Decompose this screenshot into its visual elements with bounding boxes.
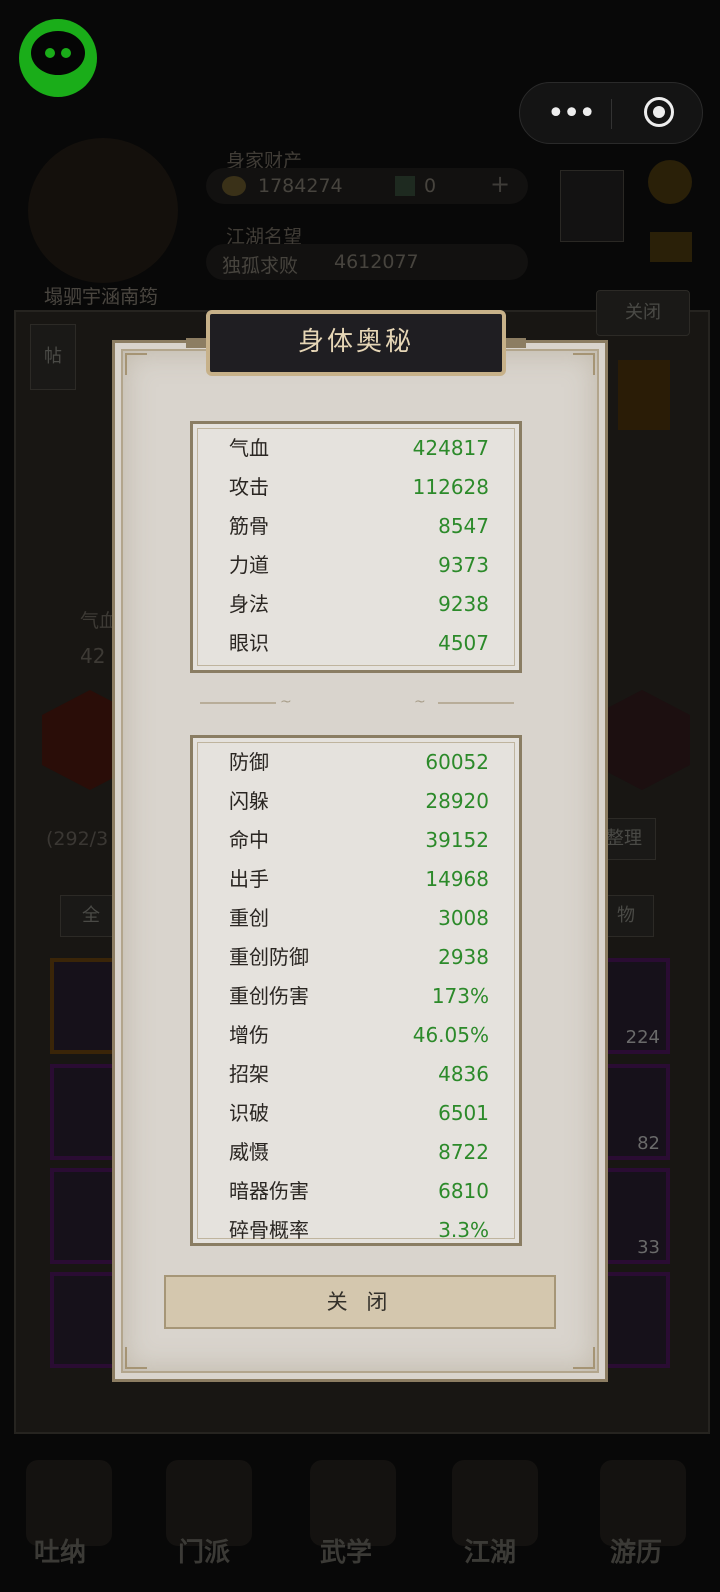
reputation-title: 独孤求败	[222, 255, 299, 277]
settings-gear-icon[interactable]	[648, 160, 692, 204]
stat-row: 碎骨概率 3.3%	[229, 1211, 489, 1243]
player-name: 塌驷宇涵南筠	[44, 286, 159, 308]
stat-row: 眼识 4507	[229, 624, 489, 663]
nav-tuna-label[interactable]: 吐纳	[34, 1532, 86, 1569]
stat-value: 60052	[425, 750, 489, 774]
stat-row: 威慑 8722	[229, 1133, 489, 1172]
stat-value: 8722	[438, 1140, 489, 1164]
stat-row: 闪躲 28920	[229, 782, 489, 821]
stat-name: 识破	[229, 1101, 269, 1125]
stat-name: 命中	[229, 828, 269, 852]
slot-count: 224	[625, 1027, 660, 1048]
coin-icon	[222, 176, 246, 196]
reputation-value: 4612077	[334, 251, 419, 273]
stat-value: 9238	[438, 592, 489, 616]
wechat-logo-icon	[19, 19, 97, 97]
dialog-title: 身体奥秘	[297, 327, 414, 357]
miniprogram-capsule: •••	[519, 82, 703, 144]
stat-value: 4836	[438, 1062, 489, 1086]
stat-value: 46.05%	[412, 1023, 489, 1047]
stat-row: 命中 39152	[229, 821, 489, 860]
stat-value: 112628	[412, 475, 489, 499]
nav-travel-label[interactable]: 游历	[610, 1532, 662, 1569]
mail-icon[interactable]	[650, 232, 692, 262]
nav-sect-label[interactable]: 门派	[178, 1532, 230, 1569]
stat-row: 暗器伤害 6810	[229, 1172, 489, 1211]
stat-value: 9373	[438, 553, 489, 577]
stat-name: 闪躲	[229, 789, 269, 813]
slot-count: 82	[637, 1133, 660, 1154]
stat-row: 气血 424817	[229, 429, 489, 468]
stat-row: 招架 4836	[229, 1055, 489, 1094]
stat-value: 6810	[438, 1179, 489, 1203]
stat-name: 碎骨概率	[229, 1218, 309, 1242]
stat-name: 招架	[229, 1062, 269, 1086]
stat-row: 重创伤害 173%	[229, 977, 489, 1016]
stat-name: 身法	[229, 592, 269, 616]
close-button[interactable]: 关 闭	[164, 1275, 556, 1329]
stat-name: 筋骨	[229, 514, 269, 538]
advanced-stats-panel[interactable]: 防御 60052 闪躲 28920 命中 39152 出手 14968 重创 3008 重创防御 29…	[190, 735, 522, 1246]
stat-row: 攻击 112628	[229, 468, 489, 507]
close-button-label: 关 闭	[326, 1290, 394, 1314]
taiji-icon[interactable]	[560, 170, 624, 242]
stat-name: 重创伤害	[229, 984, 309, 1008]
stat-row: 识破 6501	[229, 1094, 489, 1133]
post-button[interactable]: 帖	[30, 324, 76, 390]
stat-value: 424817	[412, 436, 489, 460]
stat-name: 出手	[229, 867, 269, 891]
stat-row: 身法 9238	[229, 585, 489, 624]
stat-value: 2938	[438, 945, 489, 969]
stat-name: 气血	[229, 436, 269, 460]
basic-stats-panel: 气血 424817 攻击 112628 筋骨 8547 力道 9373 身法 9238 眼识 4507	[190, 421, 522, 673]
exit-target-icon[interactable]	[644, 97, 674, 127]
stat-value: 28920	[425, 789, 489, 813]
stat-name: 力道	[229, 553, 269, 577]
stat-value: 6501	[438, 1101, 489, 1125]
section-divider-right	[438, 702, 514, 704]
stat-name: 眼识	[229, 631, 269, 655]
stat-name: 重创防御	[229, 945, 309, 969]
jade-count: 0	[424, 175, 437, 197]
stat-value: 39152	[425, 828, 489, 852]
dialog-title-bar: 身体奥秘	[206, 310, 506, 376]
stat-value: 3008	[438, 906, 489, 930]
top-close-button[interactable]: 关闭	[596, 290, 690, 336]
section-divider-left	[200, 702, 276, 704]
nav-jianghu-label[interactable]: 江湖	[464, 1532, 516, 1569]
slot-count: 33	[637, 1237, 660, 1258]
more-icon[interactable]: •••	[547, 99, 596, 129]
stat-value: 4507	[438, 631, 489, 655]
coin-count: 1784274	[258, 175, 343, 197]
stat-name: 暗器伤害	[229, 1179, 309, 1203]
stat-value: 8547	[438, 514, 489, 538]
stat-row: 防御 60052	[229, 743, 489, 782]
stat-value: 14968	[425, 867, 489, 891]
stat-name: 增伤	[229, 1023, 269, 1047]
stat-peek-value: 42	[80, 644, 106, 668]
currency-bar	[206, 168, 528, 204]
jade-icon	[395, 176, 415, 196]
inventory-count: (292/3	[46, 828, 109, 850]
stat-row: 出手 14968	[229, 860, 489, 899]
add-currency-icon[interactable]: +	[490, 170, 510, 198]
event-charm-icon[interactable]	[618, 360, 670, 430]
stat-row: 重创防御 2938	[229, 938, 489, 977]
stat-name: 攻击	[229, 475, 269, 499]
stat-row: 筋骨 8547	[229, 507, 489, 546]
divider-ornament-right: ~	[414, 694, 426, 710]
stat-row: 重创 3008	[229, 899, 489, 938]
stat-name: 防御	[229, 750, 269, 774]
stat-value: 3.3%	[438, 1218, 489, 1242]
stat-row: 力道 9373	[229, 546, 489, 585]
nav-martial-label[interactable]: 武学	[320, 1532, 372, 1569]
stat-name: 重创	[229, 906, 269, 930]
stat-value: 173%	[431, 984, 489, 1008]
stat-name: 威慑	[229, 1140, 269, 1164]
avatar[interactable]	[28, 138, 178, 283]
stat-row: 增伤 46.05%	[229, 1016, 489, 1055]
divider-ornament-left: ~	[280, 694, 292, 710]
